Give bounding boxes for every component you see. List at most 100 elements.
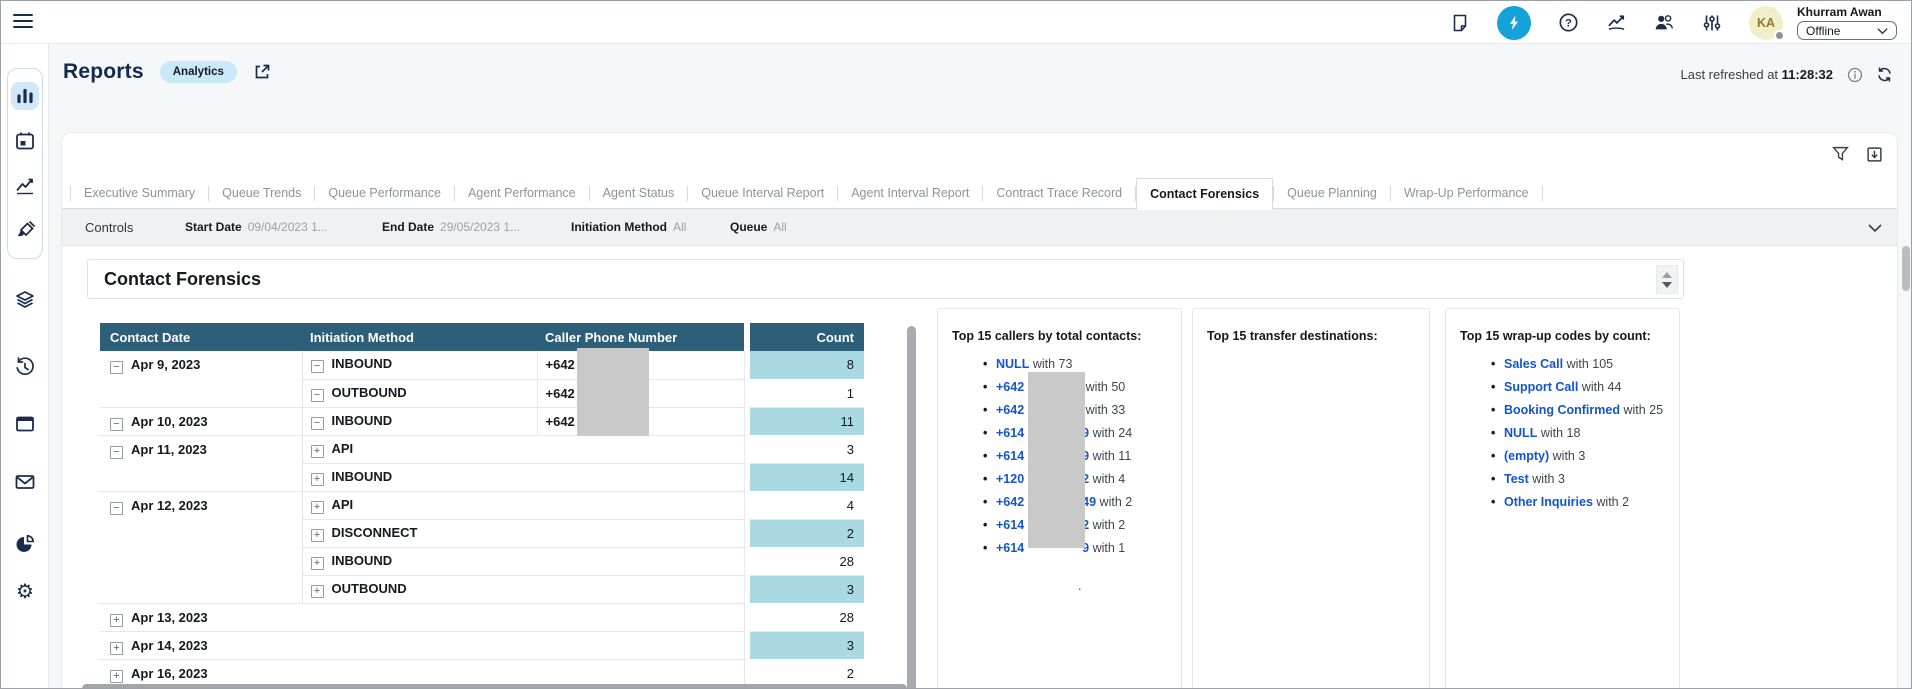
collapse-icon[interactable]: − xyxy=(311,417,324,430)
list-item: NULL with 18 xyxy=(1446,422,1679,445)
item-link[interactable]: +642 xyxy=(996,403,1024,417)
item-link[interactable]: Sales Call xyxy=(1504,357,1563,371)
top-bar: ? KA Khurram Awan Offline xyxy=(1,1,1911,44)
tab-contact-forensics[interactable]: Contact Forensics xyxy=(1136,178,1273,210)
collapse-icon[interactable]: − xyxy=(311,389,324,402)
tab-agent-interval-report[interactable]: Agent Interval Report xyxy=(838,178,982,208)
avatar[interactable]: KA xyxy=(1749,6,1783,40)
item-link[interactable]: +614 xyxy=(996,449,1024,463)
user-name: Khurram Awan xyxy=(1797,5,1897,19)
collapse-icon[interactable]: − xyxy=(311,360,324,373)
table-row: −Apr 12, 2023+API4 xyxy=(100,491,864,519)
count-cell: 3 xyxy=(750,631,864,659)
tab-queue-performance[interactable]: Queue Performance xyxy=(315,178,454,208)
col-contact-date[interactable]: Contact Date xyxy=(100,323,302,351)
collapse-icon[interactable]: − xyxy=(110,418,123,431)
item-link[interactable]: NULL xyxy=(996,357,1029,371)
filter-icon[interactable] xyxy=(1831,145,1849,163)
item-link[interactable]: Support Call xyxy=(1504,380,1578,394)
external-link-icon[interactable] xyxy=(253,63,271,81)
info-icon[interactable] xyxy=(1846,66,1863,83)
item-link[interactable]: (empty) xyxy=(1504,449,1549,463)
chevron-down-icon[interactable] xyxy=(1867,220,1883,236)
controls-bar: Controls Start Date09/04/2023 1... End D… xyxy=(62,208,1897,246)
sidebar-item-window[interactable] xyxy=(14,413,36,435)
sidebar-item-layers[interactable] xyxy=(14,289,36,311)
collapse-icon[interactable]: − xyxy=(110,446,123,459)
filter-queue[interactable]: QueueAll xyxy=(730,220,787,234)
item-link[interactable]: +614 xyxy=(996,541,1024,555)
expand-icon[interactable]: + xyxy=(311,529,324,542)
help-icon[interactable]: ? xyxy=(1557,12,1579,34)
sidebar-item-mail[interactable] xyxy=(14,471,36,493)
sidebar-item-calendar[interactable] xyxy=(11,127,39,155)
metrics-icon[interactable] xyxy=(1605,12,1627,34)
spinner-down-icon[interactable] xyxy=(1662,282,1672,288)
item-link[interactable]: +642 xyxy=(996,380,1024,394)
expand-icon[interactable]: + xyxy=(311,557,324,570)
list-item: (empty) with 3 xyxy=(1446,445,1679,468)
date-cell: −Apr 12, 2023 xyxy=(100,491,302,603)
notes-icon[interactable] xyxy=(1449,12,1471,34)
col-caller-phone-number[interactable]: Caller Phone Number xyxy=(537,323,744,351)
item-link[interactable]: Other Inquiries xyxy=(1504,495,1593,509)
refresh-icon[interactable] xyxy=(1876,66,1893,83)
list-item: Test with 3 xyxy=(1446,468,1679,491)
horizontal-scrollbar[interactable] xyxy=(82,684,907,689)
date-cell: −Apr 10, 2023 xyxy=(100,407,302,435)
filter-start-date[interactable]: Start Date09/04/2023 1... xyxy=(185,220,328,234)
collapse-icon[interactable]: − xyxy=(110,502,123,515)
sidebar-item-history[interactable] xyxy=(14,356,36,378)
item-link[interactable]: Booking Confirmed xyxy=(1504,403,1620,417)
item-link[interactable]: NULL xyxy=(1504,426,1537,440)
download-icon[interactable] xyxy=(1865,145,1883,163)
filter-initiation-method[interactable]: Initiation MethodAll xyxy=(571,220,686,234)
spinner-control[interactable] xyxy=(1656,265,1678,294)
item-count-text: with 18 xyxy=(1541,426,1581,440)
item-link[interactable]: Test xyxy=(1504,472,1529,486)
initiation-method-value: API xyxy=(332,441,354,456)
preferences-icon[interactable] xyxy=(1701,12,1723,34)
page-scrollbar[interactable] xyxy=(1902,246,1910,291)
item-link[interactable]: +642 xyxy=(996,495,1024,509)
chevron-down-icon xyxy=(1877,27,1888,35)
menu-icon[interactable] xyxy=(13,14,33,30)
tab-agent-performance[interactable]: Agent Performance xyxy=(455,178,589,208)
initiation-method-value: INBOUND xyxy=(332,469,393,484)
last-refreshed-text: Last refreshed at 11:28:32 xyxy=(1680,67,1833,82)
count-cell: 11 xyxy=(750,407,864,435)
sidebar-item-settings[interactable]: ⚙ xyxy=(14,581,36,603)
vertical-scrollbar[interactable] xyxy=(907,326,916,689)
expand-icon[interactable]: + xyxy=(311,445,324,458)
sidebar-item-design[interactable] xyxy=(11,217,39,245)
sidebar-item-pie-chart[interactable] xyxy=(14,533,36,555)
col-count[interactable]: Count xyxy=(750,323,864,351)
spinner-up-icon[interactable] xyxy=(1662,272,1672,278)
tab-agent-status[interactable]: Agent Status xyxy=(590,178,688,208)
expand-icon[interactable]: + xyxy=(311,473,324,486)
item-link[interactable]: +120 xyxy=(996,472,1024,486)
quick-actions-icon[interactable] xyxy=(1497,6,1531,40)
item-link[interactable]: +614 xyxy=(996,426,1024,440)
sidebar-item-bar-chart[interactable] xyxy=(11,82,39,110)
item-count-text: with 44 xyxy=(1582,380,1622,394)
caller-phone-value: +642 xyxy=(546,357,575,372)
sidebar-item-line-chart[interactable] xyxy=(11,172,39,200)
tab-queue-interval-report[interactable]: Queue Interval Report xyxy=(688,178,837,208)
col-initiation-method[interactable]: Initiation Method xyxy=(302,323,537,351)
filter-end-date[interactable]: End Date29/05/2023 1... xyxy=(382,220,520,234)
expand-icon[interactable]: + xyxy=(311,501,324,514)
tab-wrap-up-performance[interactable]: Wrap-Up Performance xyxy=(1391,178,1542,208)
expand-icon[interactable]: + xyxy=(110,614,123,627)
expand-icon[interactable]: + xyxy=(110,670,123,683)
tab-executive-summary[interactable]: Executive Summary xyxy=(71,178,208,208)
tab-queue-trends[interactable]: Queue Trends xyxy=(209,178,314,208)
item-link[interactable]: +614 xyxy=(996,518,1024,532)
collapse-icon[interactable]: − xyxy=(110,361,123,374)
status-dropdown[interactable]: Offline xyxy=(1797,21,1897,40)
expand-icon[interactable]: + xyxy=(311,585,324,598)
expand-icon[interactable]: + xyxy=(110,642,123,655)
tab-queue-planning[interactable]: Queue Planning xyxy=(1274,178,1390,208)
contacts-icon[interactable] xyxy=(1653,12,1675,34)
tab-contract-trace-record[interactable]: Contract Trace Record xyxy=(983,178,1135,208)
